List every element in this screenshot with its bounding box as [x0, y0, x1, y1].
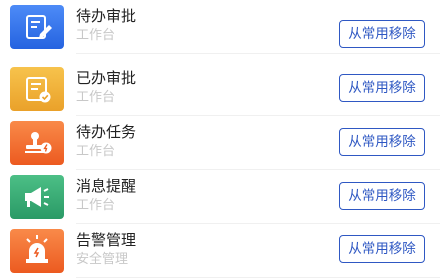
item-title: 告警管理 — [76, 231, 137, 249]
list-item-pending-tasks[interactable]: 待办任务 工作台 从常用移除 — [0, 116, 440, 170]
item-title: 待办审批 — [76, 7, 137, 25]
list-item-completed-approval[interactable]: 已办审批 工作台 从常用移除 — [0, 62, 440, 116]
item-subtitle: 工作台 — [76, 90, 116, 105]
remove-from-favorites-button[interactable]: 从常用移除 — [339, 20, 425, 48]
approved-document-icon — [10, 67, 64, 111]
item-subtitle: 工作台 — [76, 144, 116, 159]
item-title: 消息提醒 — [76, 177, 137, 195]
item-title: 已办审批 — [76, 69, 137, 87]
item-subtitle: 工作台 — [76, 198, 116, 213]
remove-from-favorites-button[interactable]: 从常用移除 — [339, 235, 425, 263]
remove-from-favorites-button[interactable]: 从常用移除 — [339, 128, 425, 156]
list-item-pending-approval[interactable]: 待办审批 工作台 从常用移除 — [0, 0, 440, 54]
common-apps-list: 待办审批 工作台 从常用移除 已办审批 工作台 从常用移除 待办任务 工作台 从… — [0, 0, 440, 278]
item-subtitle: 工作台 — [76, 28, 116, 43]
megaphone-icon — [10, 175, 64, 219]
item-title: 待办任务 — [76, 123, 137, 141]
list-item-alarm-management[interactable]: 告警管理 安全管理 从常用移除 — [0, 224, 440, 278]
alarm-light-icon — [10, 229, 64, 273]
remove-from-favorites-button[interactable]: 从常用移除 — [339, 74, 425, 102]
item-subtitle: 安全管理 — [76, 252, 129, 267]
remove-from-favorites-button[interactable]: 从常用移除 — [339, 182, 425, 210]
list-item-message-reminder[interactable]: 消息提醒 工作台 从常用移除 — [0, 170, 440, 224]
stamp-icon — [10, 121, 64, 165]
edit-document-icon — [10, 5, 64, 49]
